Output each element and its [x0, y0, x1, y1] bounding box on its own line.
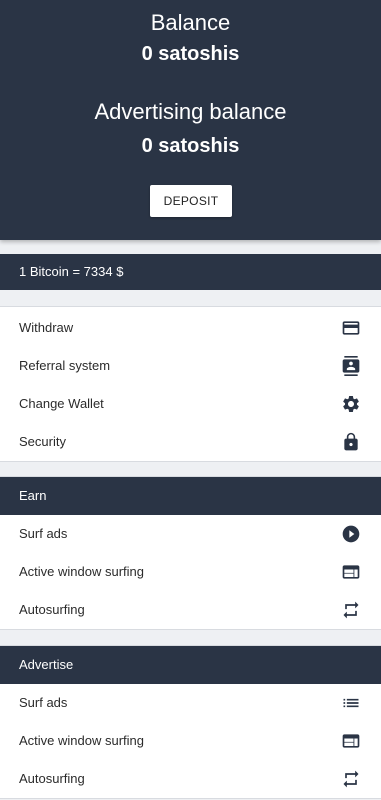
menu-item-earn-autosurfing[interactable]: Autosurfing	[0, 591, 381, 629]
gear-icon	[341, 394, 361, 414]
page: Balance 0 satoshis Advertising balance 0…	[0, 0, 381, 800]
repeat-icon	[341, 769, 361, 789]
menu-item-label: Autosurfing	[19, 602, 85, 617]
deposit-button[interactable]: DEPOSIT	[150, 185, 232, 217]
menu-item-label: Surf ads	[19, 695, 68, 710]
menu-item-label: Active window surfing	[19, 733, 144, 748]
menu-item-withdraw[interactable]: Withdraw	[0, 309, 381, 347]
advertise-section: Advertise Surf ads Active window surfing…	[0, 645, 381, 799]
list-icon	[341, 693, 361, 713]
lock-icon	[341, 432, 361, 452]
menu-item-change-wallet[interactable]: Change Wallet	[0, 385, 381, 423]
play-circle-icon	[341, 524, 361, 544]
menu-item-security[interactable]: Security	[0, 423, 381, 461]
web-window-icon	[341, 731, 361, 751]
menu-item-label: Withdraw	[19, 320, 74, 335]
advertising-balance-value: 0 satoshis	[141, 135, 240, 157]
contacts-icon	[341, 356, 361, 376]
menu-item-advertise-surf-ads[interactable]: Surf ads	[0, 684, 381, 722]
earn-section: Earn Surf ads Active window surfing Auto…	[0, 476, 381, 630]
menu-item-label: Change Wallet	[19, 396, 104, 411]
repeat-icon	[341, 600, 361, 620]
menu-item-earn-surf-ads[interactable]: Surf ads	[0, 515, 381, 553]
menu-item-earn-active-window-surfing[interactable]: Active window surfing	[0, 553, 381, 591]
advertise-section-header: Advertise	[0, 646, 381, 684]
menu-item-label: Autosurfing	[19, 771, 85, 786]
menu-item-label: Referral system	[19, 358, 111, 373]
menu-item-advertise-autosurfing[interactable]: Autosurfing	[0, 760, 381, 798]
balance-title: Balance	[150, 10, 231, 35]
menu-item-label: Surf ads	[19, 526, 68, 541]
balance-value: 0 satoshis	[141, 43, 240, 65]
credit-card-icon	[341, 318, 361, 338]
menu-item-label: Active window surfing	[19, 564, 144, 579]
web-window-icon	[341, 562, 361, 582]
bitcoin-rate-bar: 1 Bitcoin = 7334 $	[0, 254, 381, 290]
account-menu: Withdraw Referral system Change Wallet S…	[0, 306, 381, 462]
earn-section-header: Earn	[0, 477, 381, 515]
balance-card: Balance 0 satoshis Advertising balance 0…	[0, 0, 381, 240]
menu-item-advertise-active-window-surfing[interactable]: Active window surfing	[0, 722, 381, 760]
advertising-balance-title: Advertising balance	[94, 99, 287, 124]
menu-item-referral-system[interactable]: Referral system	[0, 347, 381, 385]
menu-item-label: Security	[19, 434, 66, 449]
